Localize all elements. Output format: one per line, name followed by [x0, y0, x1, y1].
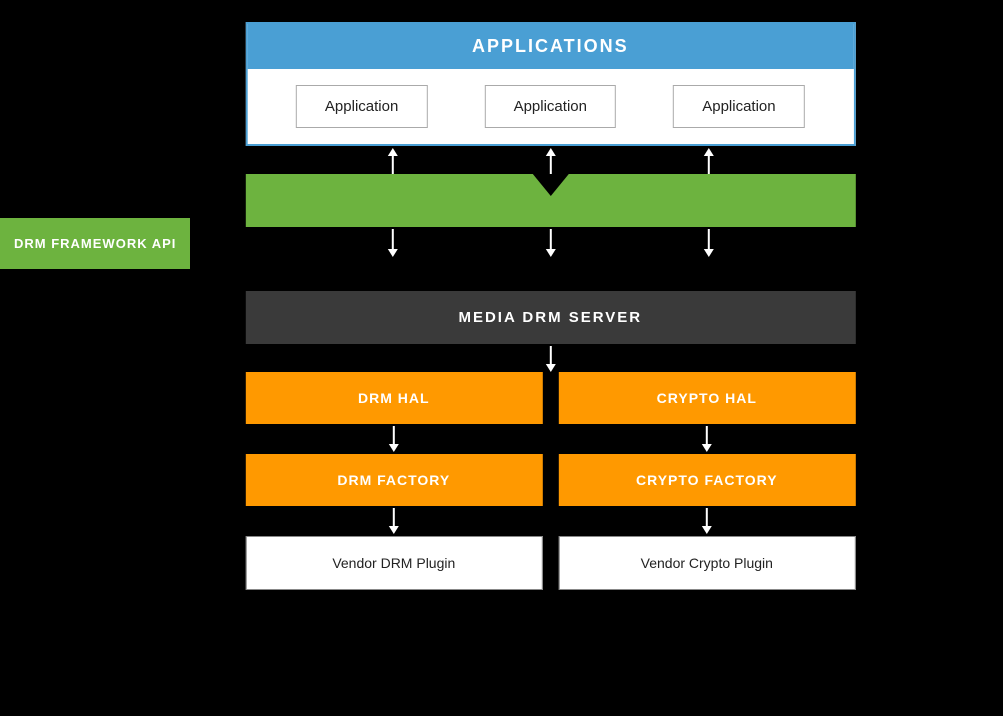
drm-framework-bar: DRM FRAMEWORK API: [245, 174, 855, 227]
arrow-drm-factory-down: [389, 508, 399, 534]
vendor-drm-box: Vendor DRM Plugin: [245, 536, 542, 590]
drm-factory-box: DRM FACTORY: [245, 454, 542, 506]
arrow-down-3: [703, 229, 713, 257]
crypto-hal-box: CRYPTO HAL: [558, 372, 855, 424]
arrow-crypto-hal-down: [702, 426, 712, 452]
arrow-crypto-factory-down: [702, 508, 712, 534]
app-box-2: Application: [485, 85, 616, 128]
media-drm-server: MEDIA DRM SERVER: [245, 291, 855, 344]
applications-header: APPLICATIONS: [247, 24, 853, 69]
app-box-3: Application: [673, 85, 804, 128]
applications-block: APPLICATIONS Application Application App…: [245, 22, 855, 146]
arrow-up-1: [387, 148, 397, 174]
arrow-up-2: [545, 148, 555, 174]
arrow-down-2: [545, 229, 555, 257]
arrow-down-1: [387, 229, 397, 257]
arrow-from-media-drm: [545, 346, 555, 372]
arrow-up-3: [703, 148, 713, 174]
app-box-1: Application: [296, 85, 427, 128]
arrow-drm-hal-down: [389, 426, 399, 452]
vendor-crypto-box: Vendor Crypto Plugin: [558, 536, 855, 590]
drm-hal-box: DRM HAL: [245, 372, 542, 424]
crypto-factory-box: CRYPTO FACTORY: [558, 454, 855, 506]
drm-framework-left-label: DRM FRAMEWORK API: [0, 218, 190, 269]
